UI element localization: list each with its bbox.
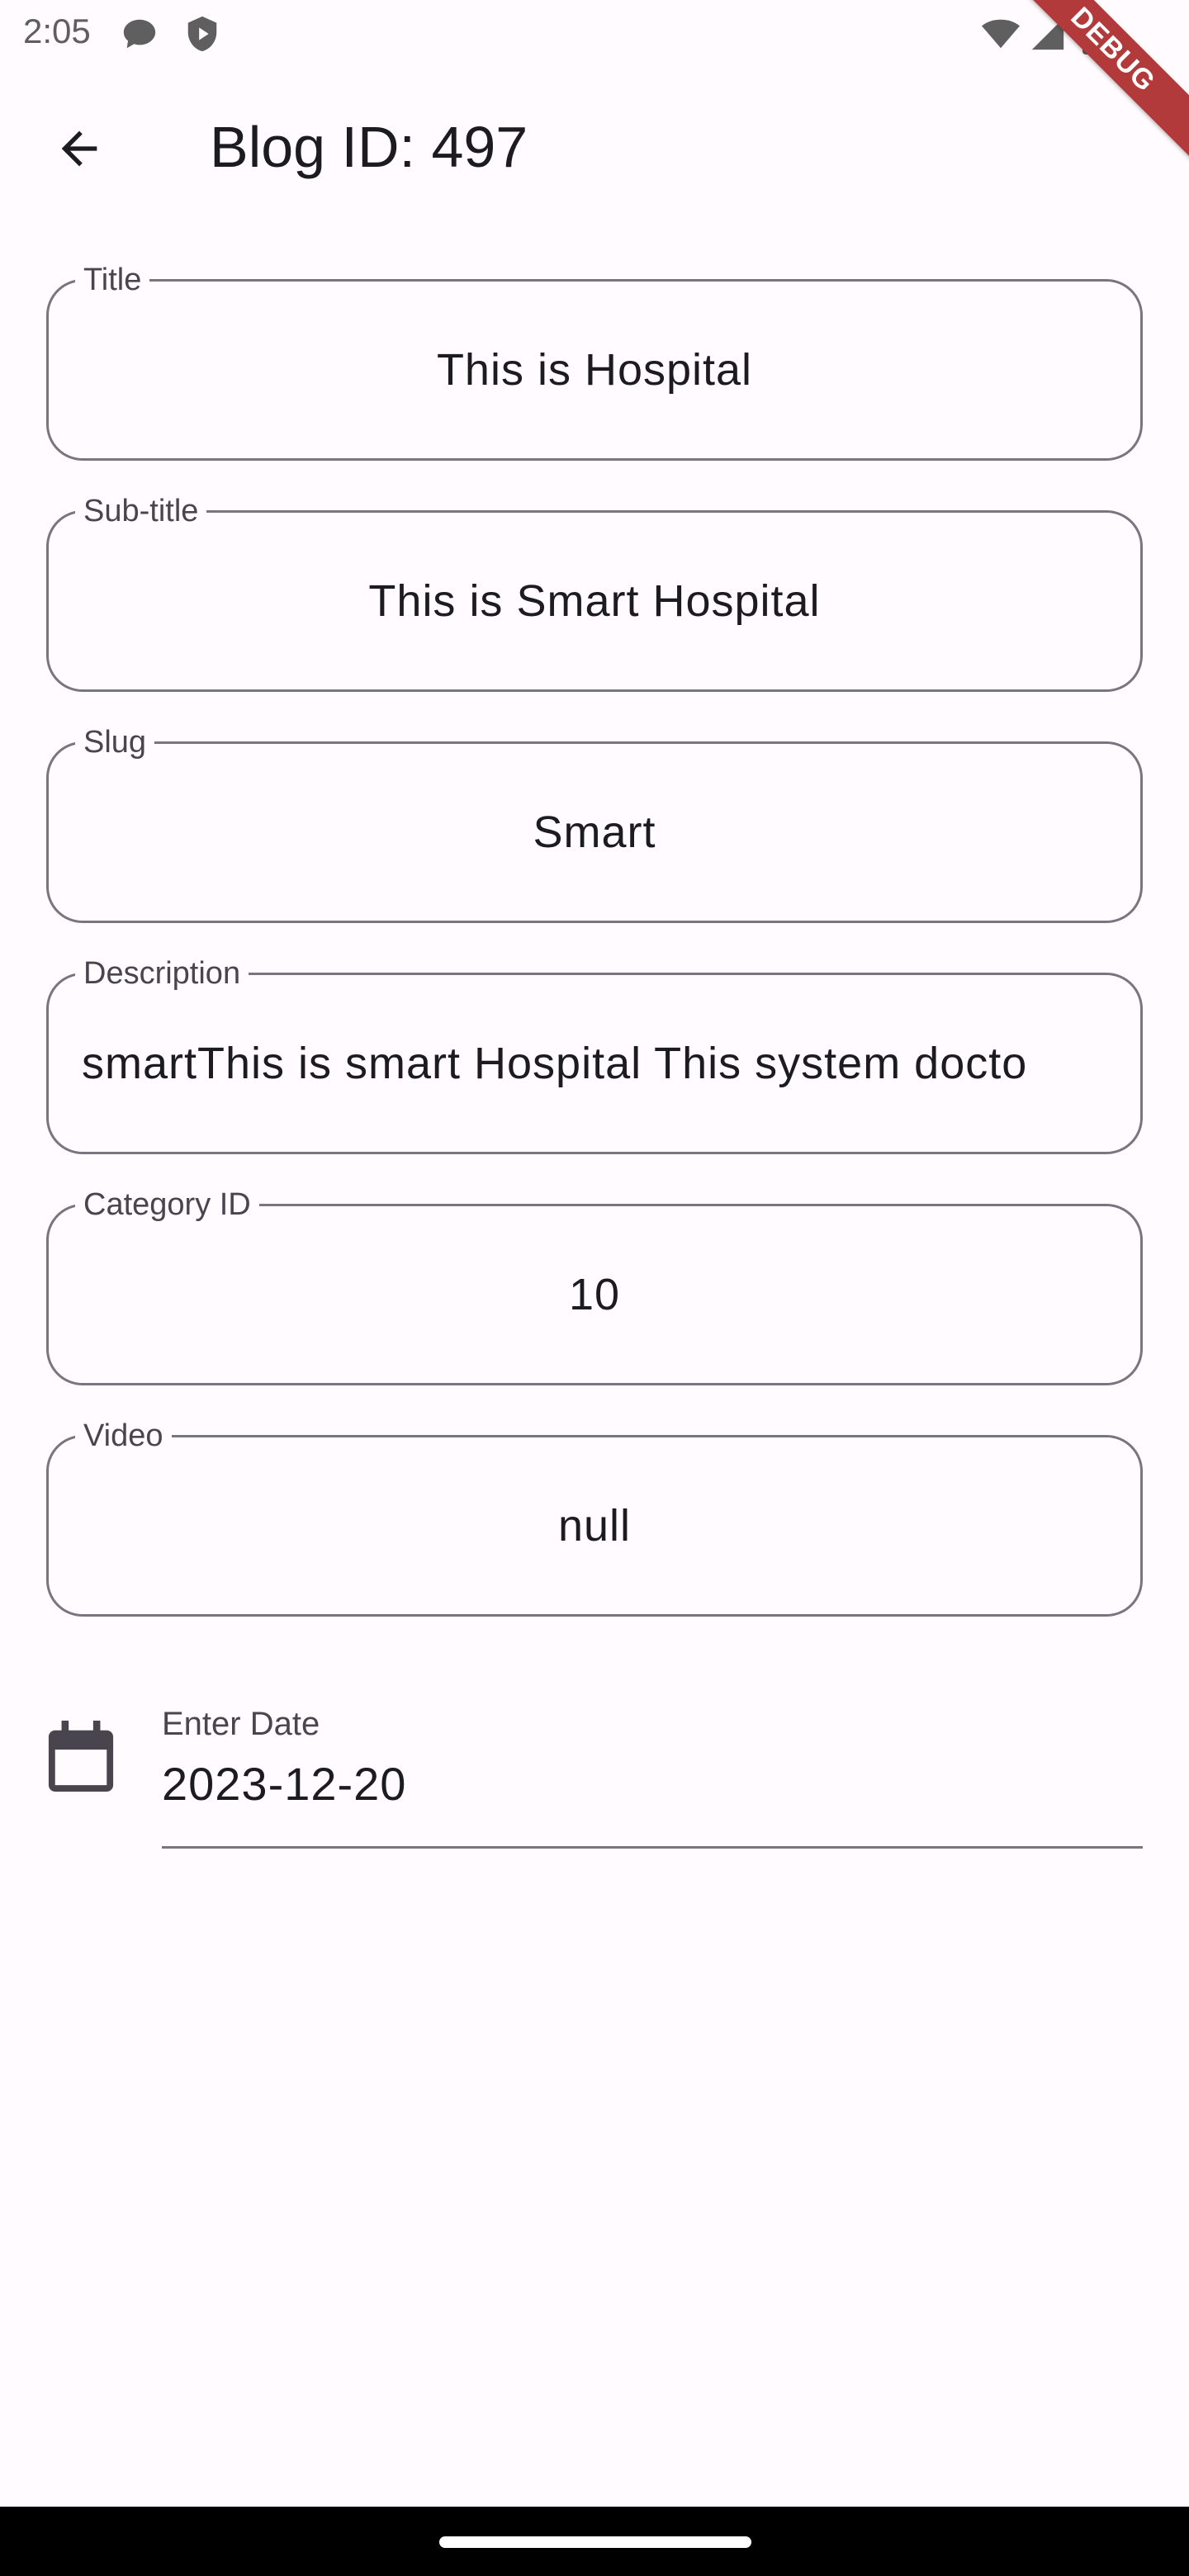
title-field[interactable]: Title This is Hospital [46,260,1143,461]
status-time: 2:05 [23,12,91,50]
date-field-value[interactable]: 2023-12-20 [162,1757,406,1811]
subtitle-field-value[interactable]: This is Smart Hospital [82,513,1107,689]
page-title: Blog ID: 497 [210,115,528,179]
description-field-value[interactable]: smartThis is smart Hospital This system … [82,975,1107,1152]
shield-play-icon [187,16,217,52]
app-bar: Blog ID: 497 [0,71,1189,223]
calendar-icon[interactable] [48,1721,114,1792]
subtitle-field[interactable]: Sub-title This is Smart Hospital [46,491,1143,692]
chat-bubble-icon [123,19,156,49]
back-button[interactable] [40,109,119,188]
description-field[interactable]: Description smartThis is smart Hospital … [46,954,1143,1154]
home-gesture-handle[interactable] [439,2536,751,2548]
date-field-label: Enter Date [162,1706,320,1742]
title-field-value[interactable]: This is Hospital [82,282,1107,458]
slug-field-value[interactable]: Smart [82,744,1107,921]
video-field[interactable]: Video null [46,1416,1143,1617]
video-field-value[interactable]: null [82,1437,1107,1614]
category-id-field-value[interactable]: 10 [82,1206,1107,1383]
status-bar: 2:05 [0,0,1189,71]
arrow-back-icon [61,130,97,167]
system-navigation-bar [0,2507,1189,2576]
date-field[interactable]: Enter Date 2023-12-20 [0,1684,1189,1866]
slug-field[interactable]: Slug Smart [46,722,1143,923]
date-field-underline [162,1846,1143,1849]
wifi-icon [982,19,1020,49]
category-id-field[interactable]: Category ID 10 [46,1185,1143,1385]
